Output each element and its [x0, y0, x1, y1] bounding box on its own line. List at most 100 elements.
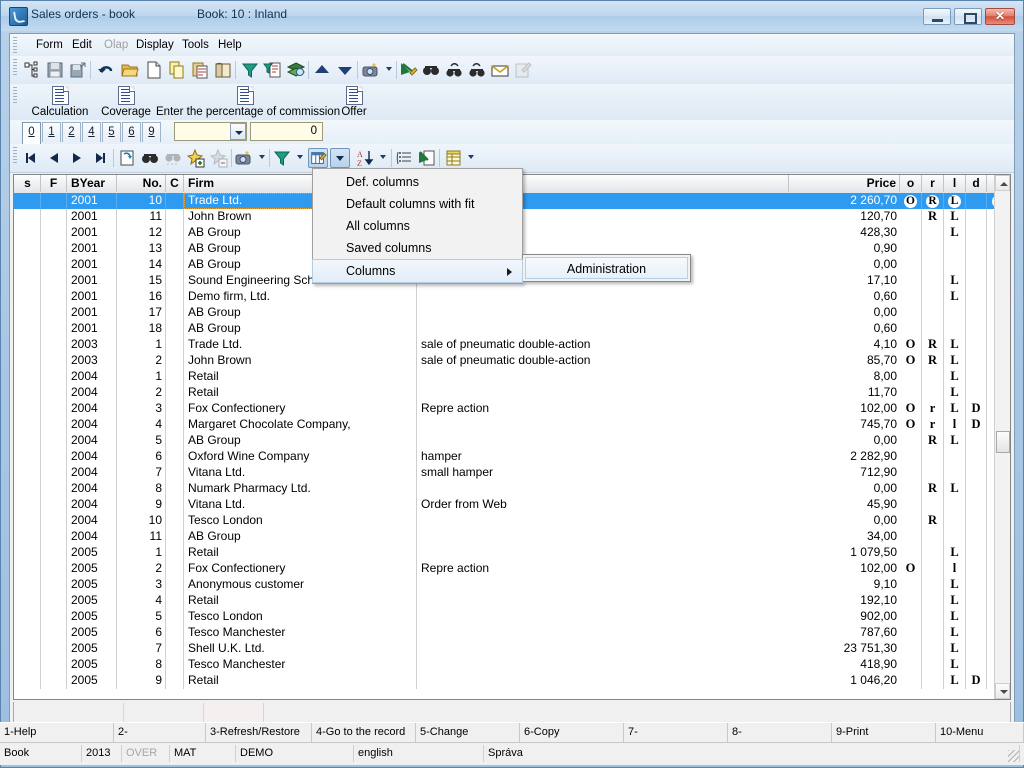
cell-desc[interactable] — [417, 529, 789, 545]
cell-f[interactable] — [41, 593, 67, 609]
cell-d[interactable] — [966, 385, 987, 401]
cell-c[interactable] — [166, 673, 184, 689]
scroll-up-button[interactable] — [995, 175, 1010, 191]
cell-o[interactable] — [900, 385, 922, 401]
cell-f[interactable] — [41, 401, 67, 417]
table-row[interactable]: 2001 18 AB Group 0,60 — [14, 321, 1010, 337]
cell-r[interactable] — [922, 609, 944, 625]
cell-r[interactable] — [922, 577, 944, 593]
cell-f[interactable] — [41, 529, 67, 545]
cell-s[interactable] — [15, 545, 41, 561]
cell-s[interactable] — [15, 193, 41, 209]
cell-no[interactable]: 7 — [117, 641, 166, 657]
cell-o[interactable] — [900, 657, 922, 673]
cell-r[interactable] — [922, 257, 944, 273]
cell-o[interactable] — [900, 449, 922, 465]
menu-item-saved-columns[interactable]: Saved columns — [313, 237, 522, 259]
cell-byear[interactable]: 2004 — [67, 513, 117, 529]
cell-no[interactable]: 5 — [117, 609, 166, 625]
cell-desc[interactable]: sale of pneumatic double-action — [417, 353, 789, 369]
table-row[interactable]: 20054Retail192,10LI — [14, 593, 1010, 609]
table-row[interactable]: 2005 2 Fox Confectionery Repre action 102,00… — [14, 561, 1010, 577]
paste-icon[interactable] — [190, 60, 210, 80]
cell-desc[interactable] — [417, 545, 789, 561]
table-row[interactable]: 20051Retail1 079,50LI — [14, 545, 1010, 561]
cell-l[interactable]: L — [944, 337, 966, 353]
grid-header-l[interactable]: l — [944, 175, 966, 192]
scroll-down-button[interactable] — [995, 683, 1010, 699]
cell-d[interactable] — [966, 593, 987, 609]
cell-s[interactable] — [15, 593, 41, 609]
coverage-button[interactable]: Coverage — [96, 85, 156, 119]
cell-byear[interactable]: 2001 — [67, 225, 117, 241]
cell-f[interactable] — [41, 321, 67, 337]
menu-item-all-columns[interactable]: All columns — [313, 215, 522, 237]
cell-c[interactable] — [166, 225, 184, 241]
cell-price[interactable]: 0,60 — [789, 321, 900, 337]
book-icon[interactable] — [213, 60, 233, 80]
grid-header-c[interactable]: C — [166, 175, 184, 192]
cell-d[interactable] — [966, 209, 987, 225]
cell-f[interactable] — [41, 193, 67, 209]
cell-s[interactable] — [15, 209, 41, 225]
find-prev-icon[interactable] — [467, 60, 487, 80]
cell-no[interactable]: 2 — [117, 385, 166, 401]
cell-r[interactable]: R — [922, 193, 944, 209]
grid-header-d[interactable]: d — [966, 175, 987, 192]
save-as-icon[interactable] — [68, 60, 88, 80]
cell-d[interactable] — [966, 369, 987, 385]
tab-0[interactable]: 0 — [22, 122, 41, 144]
cell-l[interactable]: L — [944, 225, 966, 241]
cell-f[interactable] — [41, 385, 67, 401]
cell-price[interactable]: 1 046,20 — [789, 673, 900, 689]
cell-no[interactable]: 10 — [117, 513, 166, 529]
cell-f[interactable] — [41, 641, 67, 657]
cell-l[interactable]: L — [944, 545, 966, 561]
cell-desc[interactable]: Repre action — [417, 561, 789, 577]
cell-r[interactable] — [922, 289, 944, 305]
cell-r[interactable] — [922, 273, 944, 289]
open-folder-icon[interactable] — [120, 60, 140, 80]
cell-price[interactable]: 418,90 — [789, 657, 900, 673]
cell-l[interactable]: L — [944, 433, 966, 449]
cell-l[interactable]: l — [944, 561, 966, 577]
menu-item-default-columns-with-fit[interactable]: Default columns with fit — [313, 193, 522, 215]
cell-firm[interactable]: Vitana Ltd. — [184, 497, 417, 513]
cell-no[interactable]: 9 — [117, 497, 166, 513]
function-key-2[interactable]: 2- — [114, 723, 206, 742]
cell-firm[interactable]: Retail — [184, 369, 417, 385]
new-document-icon[interactable] — [144, 60, 164, 80]
grid-header-byear[interactable]: BYear — [67, 175, 117, 192]
cell-d[interactable] — [966, 241, 987, 257]
cell-c[interactable] — [166, 433, 184, 449]
cell-byear[interactable]: 2005 — [67, 625, 117, 641]
cell-desc[interactable]: small hamper — [417, 465, 789, 481]
cell-o[interactable] — [900, 513, 922, 529]
cell-price[interactable]: 1 079,50 — [789, 545, 900, 561]
cell-firm[interactable]: Numark Pharmacy Ltd. — [184, 481, 417, 497]
cell-d[interactable] — [966, 337, 987, 353]
columns-submenu[interactable]: Administration — [522, 254, 691, 282]
columns-icon[interactable] — [308, 148, 328, 168]
cell-r[interactable]: R — [922, 337, 944, 353]
cell-firm[interactable]: AB Group — [184, 433, 417, 449]
cell-l[interactable]: L — [944, 673, 966, 689]
mail-icon[interactable] — [490, 60, 510, 80]
cell-l[interactable]: L — [944, 577, 966, 593]
cell-desc[interactable] — [417, 289, 789, 305]
cell-firm[interactable]: Tesco London — [184, 513, 417, 529]
cell-d[interactable] — [966, 193, 987, 209]
cell-d[interactable] — [966, 465, 987, 481]
cell-c[interactable] — [166, 481, 184, 497]
cell-s[interactable] — [15, 673, 41, 689]
toolbar2-grip[interactable] — [13, 87, 17, 103]
cell-s[interactable] — [15, 369, 41, 385]
table-row[interactable]: 2004 5 AB Group 0,00 R L — [14, 433, 1010, 449]
cell-s[interactable] — [15, 417, 41, 433]
cell-desc[interactable] — [417, 625, 789, 641]
cell-byear[interactable]: 2005 — [67, 577, 117, 593]
save-icon[interactable] — [45, 60, 65, 80]
cell-price[interactable]: 8,00 — [789, 369, 900, 385]
cell-o[interactable] — [900, 305, 922, 321]
menu-item-def-columns[interactable]: Def. columns — [313, 171, 522, 193]
